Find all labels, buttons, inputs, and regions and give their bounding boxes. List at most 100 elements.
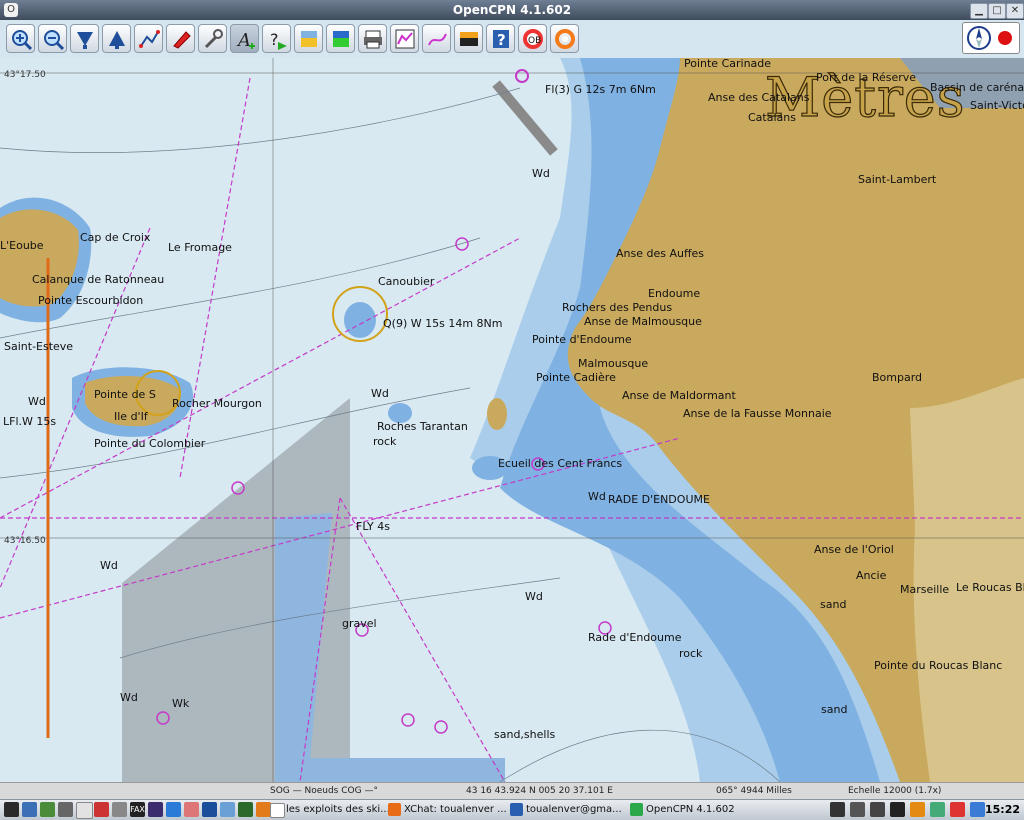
- file-manager-icon[interactable]: [22, 802, 37, 817]
- seabed-label: Wd: [28, 395, 46, 408]
- scale-out-button[interactable]: [102, 24, 131, 53]
- network-app-icon[interactable]: [220, 802, 235, 817]
- place-label: FLY 4s: [356, 520, 390, 533]
- tray-app-icon[interactable]: [850, 802, 865, 817]
- place-label: Anse de l'Oriol: [814, 543, 894, 556]
- network-icon[interactable]: [930, 802, 945, 817]
- lat-label: 43°16.50: [4, 536, 46, 546]
- tide-icon: [300, 30, 317, 47]
- place-label: Pointe du Colombier: [94, 437, 206, 450]
- update-icon[interactable]: [970, 802, 985, 817]
- task-opencpn[interactable]: OpenCPN 4.1.602: [628, 801, 735, 818]
- gimp-icon[interactable]: [148, 802, 163, 817]
- files-icon[interactable]: [112, 802, 127, 817]
- media-icon[interactable]: [94, 802, 109, 817]
- scale-in-icon: [76, 31, 93, 49]
- place-label: Anse de la Fausse Monnaie: [683, 407, 832, 420]
- place-label: Calanque de Ratonneau: [32, 273, 165, 286]
- place-label: Bassin de carénage: [930, 81, 1024, 94]
- text-button[interactable]: A: [230, 24, 259, 53]
- tray-app-icon[interactable]: [890, 802, 905, 817]
- help-icon: ?: [492, 29, 509, 49]
- zoom-in-button[interactable]: [6, 24, 35, 53]
- seabed-label: Wd: [120, 691, 138, 704]
- place-label: Saint-Esteve: [4, 340, 74, 353]
- fax-icon[interactable]: FAX: [130, 802, 145, 817]
- status-bar: SOG — Noeuds COG —° 43 16 43.924 N 005 2…: [0, 782, 1024, 800]
- browser-icon[interactable]: [184, 802, 199, 817]
- place-label: Bompard: [872, 371, 923, 384]
- current-button[interactable]: ?: [262, 24, 291, 53]
- color-scheme-button[interactable]: [454, 24, 483, 53]
- place-label: Saint-Victor: [970, 99, 1024, 112]
- route-manager-icon: [395, 29, 414, 48]
- editor-icon[interactable]: [76, 802, 93, 819]
- route-icon: [138, 29, 160, 48]
- route-button[interactable]: [134, 24, 163, 53]
- zoom-out-button[interactable]: [38, 24, 67, 53]
- seabed-label: Wd: [371, 387, 389, 400]
- minimize-button[interactable]: ▁: [970, 3, 988, 19]
- window-title: OpenCPN 4.1.602: [452, 3, 572, 17]
- boat-icon: [172, 30, 191, 49]
- place-label: Ecueil des Cent Francs: [498, 457, 623, 470]
- lifebuoy-icon: [554, 28, 575, 49]
- place-label: Roches Tarantan: [377, 420, 468, 433]
- close-button[interactable]: ✕: [1006, 3, 1024, 19]
- settings-button[interactable]: [198, 24, 227, 53]
- nautical-chart-canvas[interactable]: Mètres 43°17.50 43°16.50 Port de la Rése…: [0, 58, 1024, 782]
- place-label: Pointe du Roucas Blanc: [874, 659, 1003, 672]
- chart-quilt-icon: [332, 30, 349, 47]
- place-label: Fl(3) G 12s 7m 6Nm: [545, 83, 656, 96]
- task-xchat[interactable]: XChat: toualenver ...: [386, 801, 507, 818]
- task-browser[interactable]: les exploits des ski...: [268, 801, 390, 818]
- bluetooth-icon[interactable]: [870, 802, 885, 817]
- place-label: Port de la Réserve: [816, 71, 917, 84]
- place-label: Malmousque: [578, 357, 649, 370]
- terminal-icon[interactable]: [58, 802, 73, 817]
- place-label: Pointe d'Endoume: [532, 333, 632, 346]
- skype-icon[interactable]: [166, 802, 181, 817]
- task-mail[interactable]: toualenver@gma...: [508, 801, 622, 818]
- seabed-label: rock: [679, 647, 703, 660]
- volume-icon[interactable]: [830, 802, 845, 817]
- settings-app-icon[interactable]: [202, 802, 217, 817]
- compass-widget[interactable]: [962, 22, 1020, 54]
- place-label: Ancie: [856, 569, 887, 582]
- scale-in-button[interactable]: [70, 24, 99, 53]
- launcher-icon[interactable]: [40, 802, 55, 817]
- help-button[interactable]: ?: [486, 24, 515, 53]
- mob-button[interactable]: OB: [518, 24, 547, 53]
- clock: 15:22: [984, 803, 1020, 816]
- map-app-icon[interactable]: [238, 802, 253, 817]
- route-manager-button[interactable]: [390, 24, 419, 53]
- seabed-label: Wd: [100, 559, 118, 572]
- auto-follow-button[interactable]: [166, 24, 195, 53]
- tray-app-icon[interactable]: [950, 802, 965, 817]
- man-overboard-icon: OB: [522, 28, 543, 49]
- track-button[interactable]: [422, 24, 451, 53]
- svg-text:A: A: [236, 30, 251, 50]
- lifebuoy-button[interactable]: [550, 24, 579, 53]
- tray-app-icon[interactable]: [910, 802, 925, 817]
- place-label: Rocher Mourgon: [172, 397, 262, 410]
- place-label: Ile d'If: [114, 410, 148, 423]
- place-label: Cap de Croix: [80, 231, 151, 244]
- title-bar: O OpenCPN 4.1.602 ▁ □ ✕: [0, 0, 1024, 20]
- track-icon: [427, 33, 447, 45]
- scale-out-icon: [108, 30, 125, 49]
- place-label: Anse des Auffes: [616, 247, 705, 260]
- svg-text:?: ?: [497, 31, 506, 49]
- start-menu-icon[interactable]: [4, 802, 19, 817]
- svg-text:OB: OB: [528, 36, 541, 46]
- seabed-label: Wd: [525, 590, 543, 603]
- place-label: Anse de Maldormant: [622, 389, 736, 402]
- print-button[interactable]: [358, 24, 387, 53]
- task-label: OpenCPN 4.1.602: [646, 804, 735, 815]
- chart-scale: Echelle 12000 (1.7x): [848, 786, 942, 796]
- chart-quilt-button[interactable]: [326, 24, 355, 53]
- place-label: Rade d'Endoume: [588, 631, 682, 644]
- tide-button[interactable]: [294, 24, 323, 53]
- maximize-button[interactable]: □: [988, 3, 1006, 19]
- place-label: Saint-Lambert: [858, 173, 937, 186]
